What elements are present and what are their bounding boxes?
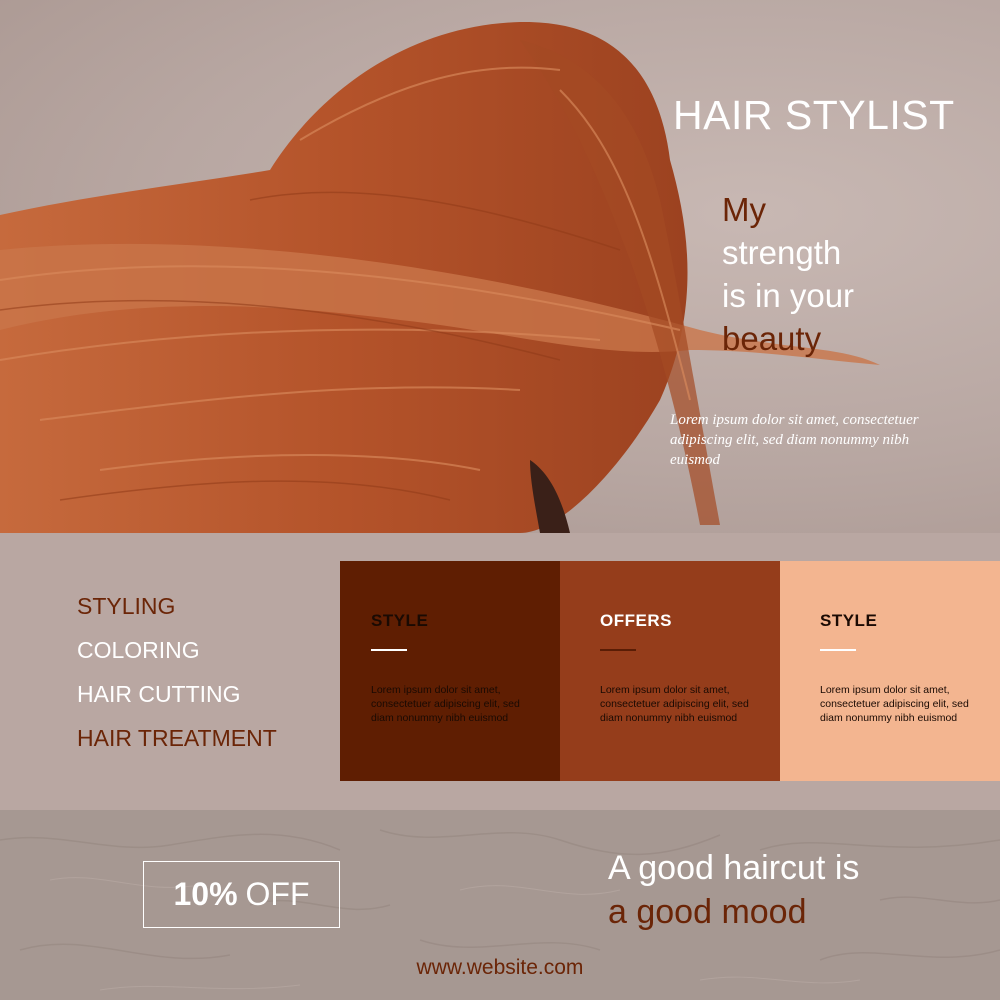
tagline-line: is in your (722, 277, 855, 314)
hero-tagline: My strength is in your beauty (722, 188, 854, 360)
slogan: A good haircut is a good mood (608, 846, 859, 934)
card-divider (371, 649, 407, 651)
footer-section: 10% OFF A good haircut is a good mood ww… (0, 810, 1000, 1000)
services-section: STYLING COLORING HAIR CUTTING HAIR TREAT… (0, 533, 1000, 810)
service-item-hair-cutting: HAIR CUTTING (77, 681, 241, 707)
service-card-style-2: STYLE Lorem ipsum dolor sit amet, consec… (780, 561, 1000, 781)
tagline-line: strength (722, 234, 842, 271)
card-title: STYLE (371, 611, 429, 630)
card-divider (820, 649, 856, 651)
website-link[interactable]: www.website.com (0, 956, 1000, 980)
tagline-line: beauty (722, 320, 822, 357)
card-title: OFFERS (600, 611, 672, 630)
card-text: Lorem ipsum dolor sit amet, consectetuer… (820, 684, 969, 724)
service-item-styling: STYLING (77, 593, 176, 619)
service-item-coloring: COLORING (77, 637, 200, 663)
service-card-style: STYLE Lorem ipsum dolor sit amet, consec… (340, 561, 560, 781)
discount-label: OFF (245, 876, 310, 912)
service-item-hair-treatment: HAIR TREATMENT (77, 725, 277, 751)
discount-percent: 10% (173, 876, 238, 912)
slogan-line: a good mood (608, 893, 807, 931)
card-text: Lorem ipsum dolor sit amet, consectetuer… (371, 684, 520, 724)
service-list: STYLING COLORING HAIR CUTTING HAIR TREAT… (77, 592, 277, 768)
tagline-line: My (722, 191, 766, 228)
slogan-line: A good haircut is (608, 849, 860, 887)
discount-badge: 10% OFF (143, 861, 340, 928)
hero-description: Lorem ipsum dolor sit amet, consectetuer… (670, 412, 919, 468)
hero-title: HAIR STYLIST (673, 92, 955, 138)
card-text: Lorem ipsum dolor sit amet, consectetuer… (600, 684, 749, 724)
card-divider (600, 649, 636, 651)
card-title: STYLE (820, 611, 878, 630)
hero-section: HAIR STYLIST My strength is in your beau… (0, 0, 1000, 533)
service-card-offers: OFFERS Lorem ipsum dolor sit amet, conse… (560, 561, 780, 781)
